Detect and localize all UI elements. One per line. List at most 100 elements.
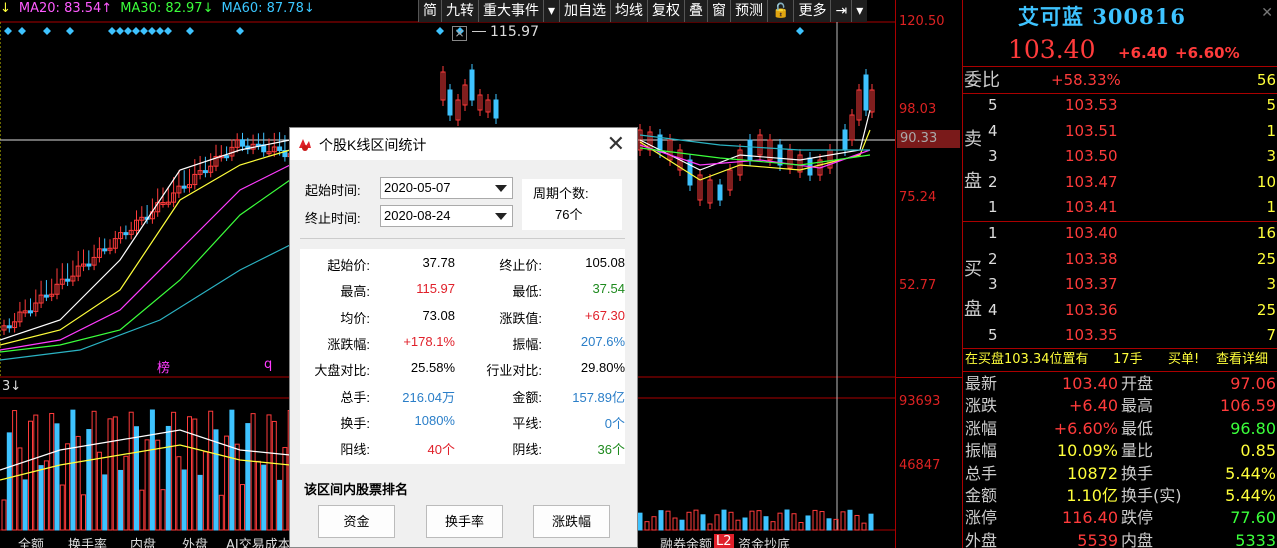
divider: [300, 238, 625, 239]
toolbar-button[interactable]: 复权: [647, 0, 685, 22]
candle-body: [102, 248, 108, 252]
range-stat-label: 阴线:: [512, 442, 542, 458]
range-stat-value: 25.58%: [410, 360, 455, 376]
toolbar-button[interactable]: 窗: [707, 0, 731, 22]
price-axis-label: 98.03: [899, 102, 937, 117]
volume-bar: [770, 521, 776, 531]
ma10-line: [0, 149, 291, 346]
big-order-notice[interactable]: 在买盘103.34位置有 17手 买单! 查看详细: [963, 349, 1277, 371]
buy-level-row[interactable]: 5 103.35 7: [963, 323, 1277, 348]
event-diamond-icon: [43, 27, 51, 35]
high-marker-label: 115.97: [490, 24, 539, 40]
candle-body: [65, 278, 71, 282]
stat-label: 内盘: [1121, 530, 1154, 548]
rank-by-capital-button[interactable]: 资金: [318, 505, 395, 538]
level-price: 103.35: [1065, 326, 1118, 345]
event-diamond-icon: [236, 27, 244, 35]
volume-bar: [651, 516, 657, 531]
level-price: 103.37: [1065, 275, 1118, 294]
sell-level-row[interactable]: 5 103.53 5: [963, 93, 1277, 118]
volume-bar: [672, 517, 678, 531]
volume-bar: [81, 494, 86, 531]
level-num: 4: [988, 121, 998, 140]
toolbar-button[interactable]: 简: [418, 0, 441, 22]
toolbar-button[interactable]: 叠: [684, 0, 708, 22]
stat-label: 换手: [1121, 463, 1154, 483]
end-time-select[interactable]: 2020-08-24: [380, 205, 513, 227]
volume-bar: [819, 511, 825, 531]
dialog-title-bar[interactable]: 个股K线区间统计 ✕: [290, 128, 637, 160]
toolbar-button[interactable]: 重大事件: [478, 0, 543, 22]
close-icon[interactable]: ✕: [1261, 5, 1273, 21]
sell-level-row[interactable]: 2 103.47 10: [963, 170, 1277, 195]
start-time-select[interactable]: 2020-05-07: [380, 177, 513, 199]
range-stat-label: 大盘对比:: [314, 363, 370, 379]
volume-axis-label: 93693: [899, 394, 941, 409]
ma20-line: [0, 164, 291, 351]
indicator-tab[interactable]: 融券余额: [660, 534, 712, 548]
volume-bar: [49, 412, 55, 531]
stat-value: 106.59: [1220, 396, 1276, 416]
range-stat-label: 最高:: [340, 284, 370, 300]
level-volume: 25: [1256, 300, 1276, 319]
indicator-tab[interactable]: 外盘: [182, 534, 208, 548]
toolbar-button[interactable]: ⇥: [830, 0, 852, 22]
level-volume: 25: [1256, 249, 1276, 268]
range-stat-label: 均价:: [340, 310, 370, 326]
candle-body: [202, 170, 208, 174]
indicator-tab[interactable]: 换手率: [68, 534, 107, 548]
stock-name-code: 艾可蓝 300816: [1018, 1, 1186, 31]
toolbar-button[interactable]: 均线: [610, 0, 648, 22]
buy-level-row[interactable]: 3 103.37 3: [963, 272, 1277, 297]
sell-level-row[interactable]: 4 103.51 1: [963, 119, 1277, 144]
buy-level-row[interactable]: 1 103.40 16: [963, 221, 1277, 246]
q-marker[interactable]: q: [264, 357, 272, 372]
volume-bar: [43, 460, 49, 531]
buy-level-row[interactable]: 2 103.38 25: [963, 247, 1277, 272]
volume-bar: [282, 447, 288, 531]
indicator-tab[interactable]: 内盘: [130, 534, 156, 548]
toolbar-button[interactable]: 九转: [441, 0, 478, 22]
candle-body: [447, 89, 453, 116]
level-price: 103.53: [1065, 96, 1118, 114]
volume-bar: [245, 423, 251, 531]
stat-label: 外盘: [965, 530, 998, 548]
volume-bar: [6, 432, 12, 531]
rank-by-change-button[interactable]: 涨跌幅: [533, 505, 610, 538]
volume-bar: [756, 510, 762, 531]
event-diamond-icon: [796, 27, 804, 35]
candle-body: [181, 185, 187, 189]
rank-by-turnover-button[interactable]: 换手率: [426, 505, 503, 538]
indicator-tab[interactable]: 资金抄底: [738, 534, 790, 548]
view-detail-link[interactable]: 查看详细: [1216, 349, 1268, 371]
volume-bar: [218, 494, 224, 531]
marker-close-icon[interactable]: ×: [452, 26, 467, 41]
indicator-tab[interactable]: 全额: [18, 534, 44, 548]
toolbar-button[interactable]: 预测: [730, 0, 768, 22]
volume-bar: [271, 420, 277, 531]
end-time-label: 终止时间:: [305, 211, 361, 226]
toolbar-button[interactable]: 🔓: [767, 0, 794, 22]
toolbar-button[interactable]: ▾: [543, 0, 560, 22]
level-price: 103.51: [1065, 121, 1118, 140]
price-axis-label: 120.50: [899, 14, 945, 29]
sell-level-row[interactable]: 1 103.41 1: [963, 195, 1277, 220]
range-stat-label: 涨跌幅:: [327, 336, 370, 352]
buy-level-row[interactable]: 4 103.36 25: [963, 298, 1277, 323]
ma10-line: [639, 129, 871, 181]
volume-bar: [202, 451, 208, 531]
volume-bar: [176, 456, 182, 531]
toolbar-button[interactable]: ▾: [851, 0, 868, 22]
start-time-value: 2020-05-07: [384, 180, 451, 195]
sell-level-row[interactable]: 3 103.50 3: [963, 144, 1277, 169]
volume-bar: [784, 509, 790, 531]
bang-marker[interactable]: 榜: [157, 357, 170, 376]
toolbar-button[interactable]: 更多: [793, 0, 831, 22]
quote-panel: 艾可蓝 300816 ✕ 103.40 +6.40 +6.60% 委比 +58.…: [962, 0, 1277, 548]
level-num: 2: [988, 172, 998, 191]
dialog-close-icon[interactable]: ✕: [607, 131, 625, 157]
indicator-tab[interactable]: AI交易成本: [226, 534, 291, 548]
volume-bar: [250, 413, 256, 531]
toolbar-button[interactable]: 加自选: [559, 0, 611, 22]
l2-badge: L2: [714, 534, 734, 548]
